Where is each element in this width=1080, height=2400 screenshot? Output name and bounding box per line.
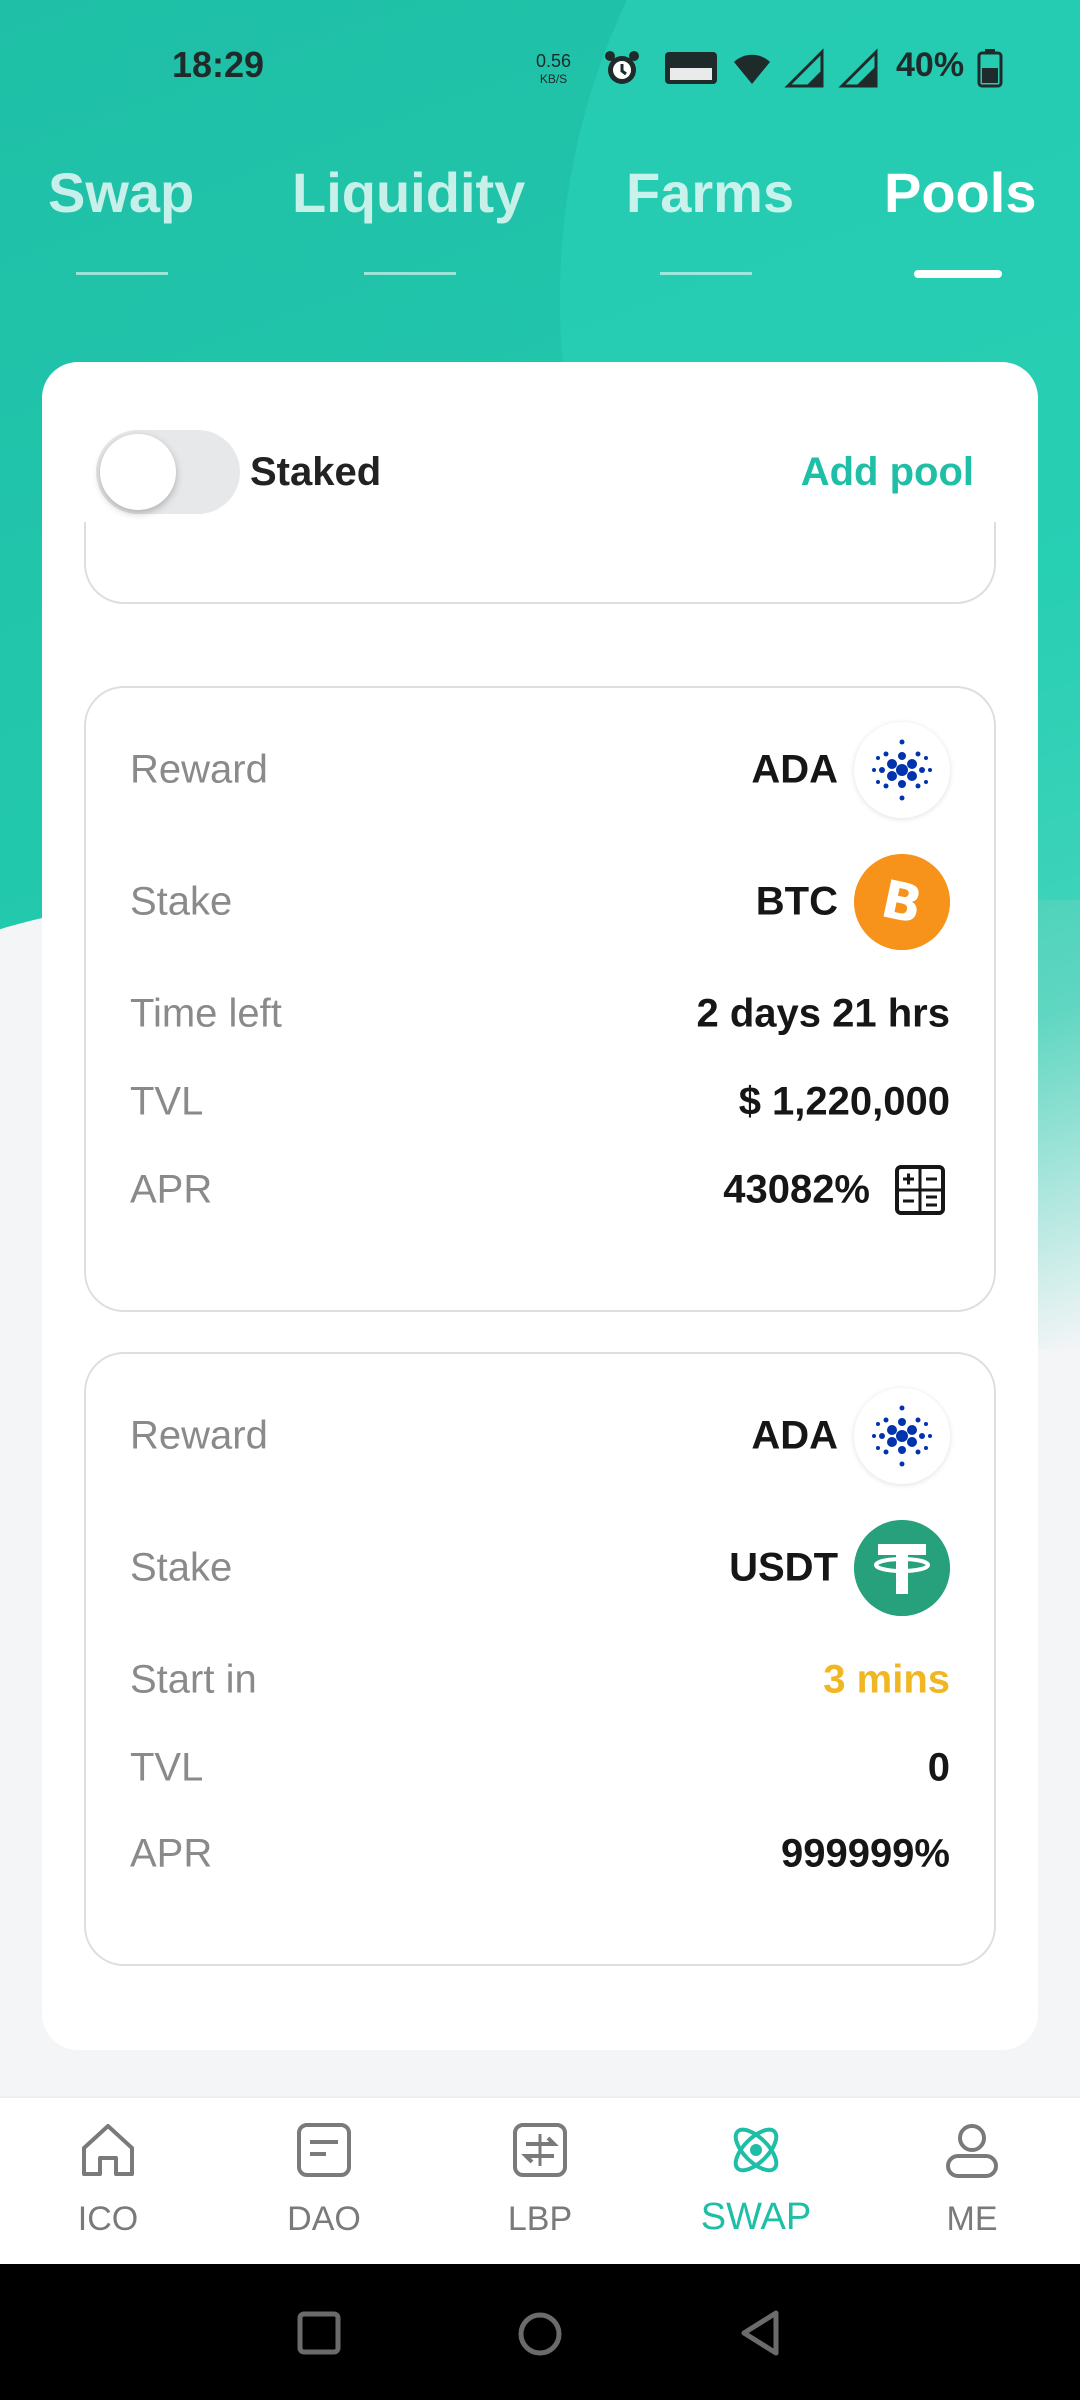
row-value: ADA (751, 1413, 838, 1458)
network-speed: 0.56 KB/S (536, 52, 571, 88)
nav-label: ICO (77, 2200, 139, 2238)
row-label: Stake (130, 879, 233, 924)
row-label: Reward (130, 747, 268, 792)
row-label: Start in (130, 1657, 257, 1702)
bottom-nav: ICO DAO LBP SWAP ME (0, 2096, 1080, 2266)
tab-farms-underline (660, 272, 752, 275)
nav-item-swap[interactable]: SWAP (676, 2098, 836, 2266)
toggle-knob (100, 434, 176, 510)
pool-card[interactable]: Reward ADA Stake USDT Start in 3 mins TV… (84, 1352, 996, 1966)
row-label: APR (130, 1831, 213, 1876)
nav-label: LBP (507, 2200, 573, 2238)
home-icon (82, 2124, 134, 2176)
pool-row-apr: APR 43082% (130, 1150, 950, 1230)
nav-item-lbp[interactable]: LBP (460, 2098, 620, 2266)
pool-row-apr: APR 999999% (130, 1814, 950, 1894)
tab-swap[interactable]: Swap (48, 160, 194, 225)
row-value: 999999% (780, 1831, 950, 1876)
nav-item-ico[interactable]: ICO (28, 2098, 188, 2266)
signal-4g-icon (784, 48, 824, 88)
nav-label: ME (946, 2200, 998, 2238)
ada-coin-icon (854, 1388, 950, 1484)
usdt-coin-icon (854, 1520, 950, 1616)
document-icon (297, 2123, 351, 2177)
pool-row-stake: Stake USDT (130, 1520, 950, 1616)
pool-row-stake: Stake BTC B (130, 854, 950, 950)
pool-row-tvl: TVL 0 (130, 1728, 950, 1808)
status-bar: 18:29 0.56 KB/S 40% (0, 0, 1080, 136)
row-value: 0 (927, 1745, 950, 1790)
add-pool-link[interactable]: Add pool (801, 450, 974, 495)
user-icon (946, 2124, 998, 2178)
row-label: Stake (130, 1545, 233, 1590)
nav-item-me[interactable]: ME (892, 2098, 1052, 2266)
tab-swap-underline (76, 272, 168, 275)
swap-atom-icon (733, 2127, 779, 2173)
pool-row-time-left: Time left 2 days 21 hrs (130, 974, 950, 1054)
nav-label: DAO (287, 2200, 361, 2238)
btc-coin-icon: B (854, 854, 950, 950)
staked-toggle[interactable] (96, 430, 240, 514)
tab-pools[interactable]: Pools (884, 160, 1036, 225)
row-value: 3 mins (823, 1657, 950, 1702)
battery-percent: 40% (896, 46, 965, 84)
ada-coin-icon (854, 722, 950, 818)
network-speed-unit: KB/S (539, 72, 568, 86)
pool-card-partial (84, 522, 996, 604)
signal-4g-icon (838, 48, 878, 88)
status-time: 18:29 (172, 44, 265, 85)
row-label: APR (130, 1167, 213, 1212)
wifi-icon (734, 54, 770, 84)
tab-farms[interactable]: Farms (626, 160, 794, 225)
tab-liquidity-underline (364, 272, 456, 275)
pool-row-reward: Reward ADA (130, 722, 950, 818)
back-icon[interactable] (736, 2308, 784, 2358)
pool-row-start-in: Start in 3 mins (130, 1640, 950, 1720)
home-circle-icon[interactable] (516, 2310, 564, 2358)
nav-item-dao[interactable]: DAO (244, 2098, 404, 2266)
tab-pools-underline (914, 270, 1002, 278)
row-label: Reward (130, 1413, 268, 1458)
system-nav-bar (0, 2264, 1080, 2400)
row-value: ADA (751, 747, 838, 792)
recents-icon[interactable] (296, 2310, 342, 2356)
battery-icon (977, 49, 1003, 88)
pools-panel: Staked Add pool Reward ADA Stake BTC B T… (42, 362, 1038, 2050)
row-label: TVL (130, 1745, 204, 1790)
row-label: Time left (130, 991, 282, 1036)
volte-icon (665, 52, 717, 84)
nav-label: SWAP (700, 2196, 812, 2238)
row-value: 2 days 21 hrs (696, 991, 951, 1036)
alarm-icon (605, 51, 639, 84)
row-value: USDT (729, 1545, 838, 1590)
tab-bar: Swap Liquidity Farms Pools (0, 160, 1080, 280)
staked-label: Staked (250, 450, 382, 494)
row-value: $ 1,220,000 (738, 1079, 950, 1124)
pool-card[interactable]: Reward ADA Stake BTC B Time left 2 days … (84, 686, 996, 1312)
row-label: TVL (130, 1079, 204, 1124)
network-speed-value: 0.56 (536, 51, 572, 71)
tab-liquidity[interactable]: Liquidity (292, 160, 525, 225)
calculator-icon[interactable] (894, 1164, 946, 1216)
row-value: 43082% (723, 1167, 870, 1212)
row-value: BTC (755, 879, 838, 924)
pool-row-tvl: TVL $ 1,220,000 (130, 1062, 950, 1142)
exchange-icon (513, 2123, 567, 2177)
pool-row-reward: Reward ADA (130, 1388, 950, 1484)
